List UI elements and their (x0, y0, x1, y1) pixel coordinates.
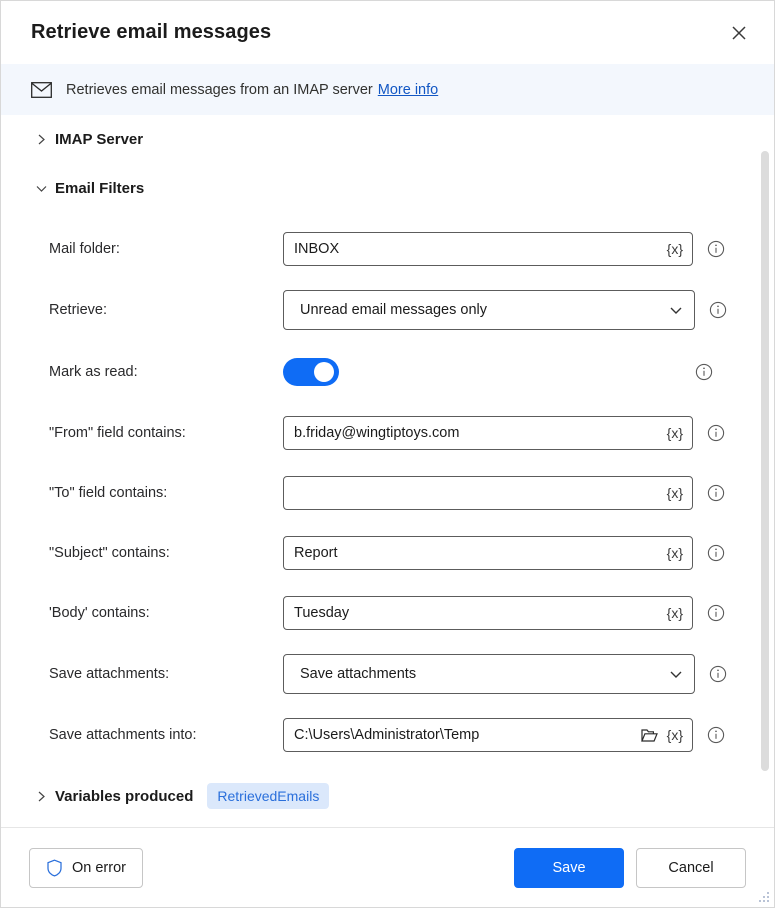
chevron-right-icon (31, 791, 51, 802)
section-variables-produced[interactable]: Variables produced RetrievedEmails (1, 772, 774, 820)
info-icon[interactable] (707, 604, 725, 622)
info-icon[interactable] (707, 726, 725, 744)
row-from-contains: "From" field contains: b.friday@wingtipt… (1, 403, 774, 463)
from-contains-input[interactable]: b.friday@wingtiptoys.com {x} (283, 416, 693, 450)
variable-picker-icon[interactable]: {x} (662, 241, 688, 257)
page-title: Retrieve email messages (31, 21, 718, 44)
subject-contains-input[interactable]: Report {x} (283, 536, 693, 570)
subject-contains-label: "Subject" contains: (49, 545, 283, 561)
variable-picker-icon[interactable]: {x} (662, 545, 688, 561)
from-contains-label: "From" field contains: (49, 425, 283, 441)
on-error-label: On error (72, 860, 126, 876)
row-save-attachments: Save attachments: Save attachments (1, 643, 774, 705)
section-email-filters[interactable]: Email Filters (1, 164, 774, 213)
info-icon[interactable] (707, 240, 725, 258)
cancel-label: Cancel (668, 860, 713, 876)
save-attachments-dropdown[interactable]: Save attachments (283, 654, 695, 694)
from-contains-value: b.friday@wingtiptoys.com (294, 425, 662, 441)
on-error-button[interactable]: On error (29, 848, 143, 888)
save-attachments-label: Save attachments: (49, 666, 283, 682)
title-bar: Retrieve email messages (1, 1, 774, 64)
body-contains-label: 'Body' contains: (49, 605, 283, 621)
chevron-down-icon (31, 183, 51, 194)
body-contains-input[interactable]: Tuesday {x} (283, 596, 693, 630)
shield-icon (46, 859, 63, 877)
variable-picker-icon[interactable]: {x} (662, 727, 688, 743)
description-text: Retrieves email messages from an IMAP se… (66, 82, 373, 98)
cancel-button[interactable]: Cancel (636, 848, 746, 888)
info-icon[interactable] (707, 484, 725, 502)
row-subject-contains: "Subject" contains: Report {x} (1, 523, 774, 583)
body-contains-value: Tuesday (294, 605, 662, 621)
save-attachments-value: Save attachments (300, 666, 668, 682)
row-mark-as-read: Mark as read: (1, 341, 774, 403)
section-imap-server[interactable]: IMAP Server (1, 115, 774, 164)
chevron-down-icon (668, 302, 684, 318)
row-mail-folder: Mail folder: INBOX {x} (1, 219, 774, 279)
section-email-filters-label: Email Filters (55, 180, 144, 197)
retrieve-email-messages-dialog: Retrieve email messages Retrieves email … (0, 0, 775, 908)
save-label: Save (552, 860, 585, 876)
chevron-down-icon (668, 666, 684, 682)
variables-produced-label: Variables produced (55, 788, 193, 805)
save-button[interactable]: Save (514, 848, 624, 888)
mail-folder-label: Mail folder: (49, 241, 283, 257)
info-icon[interactable] (695, 363, 713, 381)
variable-picker-icon[interactable]: {x} (662, 425, 688, 441)
variable-picker-icon[interactable]: {x} (662, 485, 688, 501)
resize-grip[interactable] (757, 890, 769, 902)
row-body-contains: 'Body' contains: Tuesday {x} (1, 583, 774, 643)
vertical-scrollbar[interactable] (758, 115, 772, 827)
envelope-icon (31, 82, 52, 98)
description-bar: Retrieves email messages from an IMAP se… (1, 64, 774, 115)
save-attachments-into-input[interactable]: C:\Users\Administrator\Temp {x} (283, 718, 693, 752)
row-save-attachments-into: Save attachments into: C:\Users\Administ… (1, 705, 774, 765)
info-icon[interactable] (709, 301, 727, 319)
close-icon (731, 25, 747, 41)
more-info-link[interactable]: More info (378, 82, 438, 98)
variable-badge-retrievedemails[interactable]: RetrievedEmails (207, 783, 329, 809)
row-to-contains: "To" field contains: {x} (1, 463, 774, 523)
mail-folder-value: INBOX (294, 241, 662, 257)
subject-contains-value: Report (294, 545, 662, 561)
mark-as-read-label: Mark as read: (49, 364, 283, 380)
to-contains-input[interactable]: {x} (283, 476, 693, 510)
close-button[interactable] (718, 14, 760, 52)
info-icon[interactable] (707, 424, 725, 442)
dialog-footer: On error Save Cancel (1, 827, 774, 907)
info-icon[interactable] (707, 544, 725, 562)
folder-open-icon[interactable] (639, 728, 661, 743)
variable-picker-icon[interactable]: {x} (662, 605, 688, 621)
retrieve-dropdown[interactable]: Unread email messages only (283, 290, 695, 330)
save-attachments-into-value: C:\Users\Administrator\Temp (294, 727, 639, 743)
email-filters-fields: Mail folder: INBOX {x} (1, 213, 774, 765)
to-contains-label: "To" field contains: (49, 485, 283, 501)
mail-folder-input[interactable]: INBOX {x} (283, 232, 693, 266)
toggle-knob (314, 362, 334, 382)
info-icon[interactable] (709, 665, 727, 683)
row-retrieve: Retrieve: Unread email messages only (1, 279, 774, 341)
retrieve-label: Retrieve: (49, 302, 283, 318)
retrieve-value: Unread email messages only (300, 302, 668, 318)
form-scroll-area: IMAP Server Email Filters Mail folder: (1, 115, 774, 827)
save-attachments-into-label: Save attachments into: (49, 727, 283, 743)
mark-as-read-toggle[interactable] (283, 358, 339, 386)
scrollbar-thumb[interactable] (761, 151, 769, 771)
chevron-right-icon (31, 134, 51, 145)
section-imap-server-label: IMAP Server (55, 131, 143, 148)
